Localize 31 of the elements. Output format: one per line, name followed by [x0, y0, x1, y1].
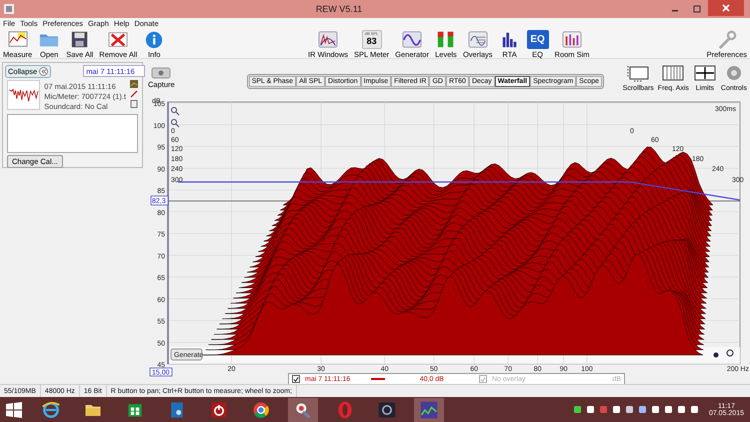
response-thumbnail: [7, 80, 40, 110]
app-icon: [4, 4, 14, 14]
line-swatch: [371, 378, 385, 380]
speaker-icon: [377, 400, 397, 420]
chart-icon[interactable]: [130, 80, 138, 88]
generator-icon: [401, 30, 424, 49]
grid-icon: [661, 63, 686, 83]
crosshair-icon: [692, 63, 717, 83]
zoom-icon[interactable]: [171, 119, 180, 128]
window-title: REW V5.11: [314, 4, 364, 14]
camera-icon: [151, 67, 172, 79]
windows-icon[interactable]: [6, 402, 22, 418]
overlays-icon: [466, 30, 489, 49]
close-button[interactable]: [708, 0, 744, 16]
browser-icon: [41, 400, 61, 420]
collapse-icon: [39, 66, 48, 76]
browser-icon: [251, 400, 271, 420]
graph-icon: [419, 400, 439, 420]
line-icon[interactable]: [130, 90, 138, 98]
document-icon[interactable]: [130, 100, 138, 108]
power-icon: [209, 400, 229, 420]
notes-field[interactable]: [7, 114, 138, 153]
taskbar-app[interactable]: [288, 398, 318, 422]
zoom-icon[interactable]: [171, 107, 180, 116]
checkbox[interactable]: [292, 375, 300, 383]
scrollbars-icon: [626, 63, 650, 83]
close-icon: [722, 4, 730, 12]
eq-icon: EQ: [526, 30, 549, 49]
taskbar-app[interactable]: [414, 398, 444, 422]
zoom-icon[interactable]: [714, 350, 734, 358]
ir-icon: [317, 30, 339, 49]
